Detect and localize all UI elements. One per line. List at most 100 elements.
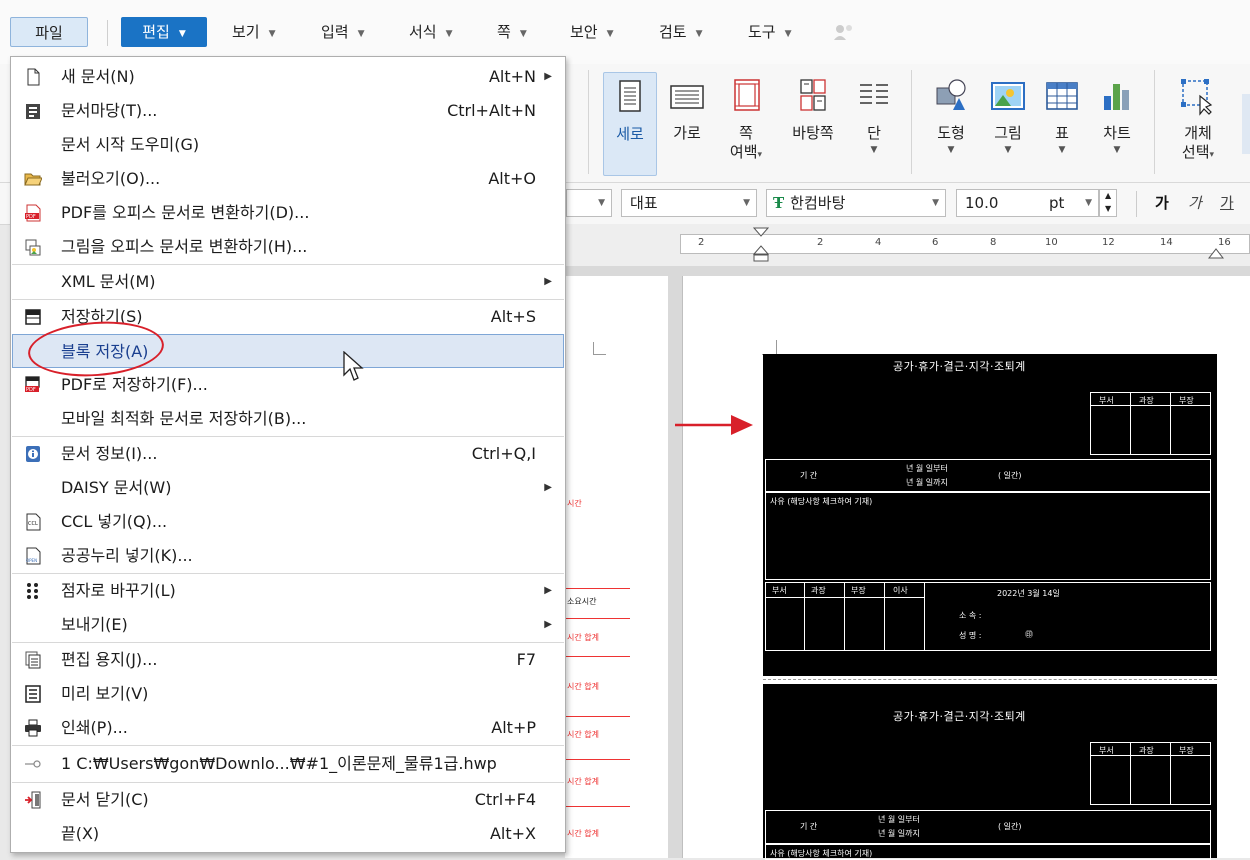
ribbon-divider [1154,70,1155,174]
chart-icon [1104,84,1129,110]
document-area[interactable]: 시간 소요시간 시간 합계 시간 합계 시간 합계 시간 합계 시간 합계 공가… [565,266,1250,860]
columns-label: 단 [867,124,881,142]
page-margin-button[interactable]: 쪽 여백▾ [718,72,774,167]
menu-item-save[interactable]: 저장하기(S) Alt+S [12,300,564,334]
tab-view[interactable]: 보기 ▼ [232,17,276,47]
table-button[interactable]: 표 ▼ [1036,72,1088,155]
menu-item-preview[interactable]: 미리 보기(V) [12,677,564,711]
menu-item-save-mobile[interactable]: 모바일 최적화 문서로 저장하기(B)... [12,402,564,436]
lower-sign-cell [804,597,845,651]
menu-item-daisy-document[interactable]: DAISY 문서(W) ▶ [12,471,564,505]
menu-item-block-save[interactable]: 블록 저장(A) [12,334,564,368]
menu-item-document-info[interactable]: 문서 정보(I)... Ctrl+Q,I [12,437,564,471]
reason-label: 사유 (해당사항 체크하여 기재) [770,849,873,858]
underline-button[interactable]: 가 [1220,192,1234,213]
menu-item-page-setup[interactable]: 편집 용지(J)... F7 [12,643,564,677]
tab-edit[interactable]: 편집 ▼ [121,17,207,47]
approval-header-cell: 부서 [1090,742,1131,756]
menu-item-insert-ccl[interactable]: CCL CCL 넣기(Q)... [12,505,564,539]
tab-file[interactable]: 파일 [10,17,88,47]
italic-button[interactable]: 가 [1188,192,1202,213]
tab-input[interactable]: 입력 ▼ [321,17,365,47]
columns-button[interactable]: 단 ▼ [849,72,899,155]
landscape-button[interactable]: 가로 [660,72,714,145]
close-document-icon [25,791,41,809]
seal-mark: ㊞ [1025,630,1033,639]
name-label: 성 명 : [959,631,982,640]
menu-item-start-helper[interactable]: 문서 시작 도우미(G) [12,128,564,162]
menu-item-recent-file[interactable]: 1 C:₩Users₩gon₩Downlo...₩#1_이론문제_물류1급.hw… [12,747,564,781]
portrait-button[interactable]: 세로 [603,72,657,176]
menu-item-open[interactable]: 불러오기(O)... Alt+O [12,162,564,196]
svg-text:PDF: PDF [26,387,36,393]
menu-item-convert-braille[interactable]: 점자로 바꾸기(L) ▶ [12,574,564,608]
tab-security[interactable]: 보안 ▼ [570,17,614,47]
shapes-label: 도형 [937,124,965,142]
indent-marker-icon[interactable] [753,226,769,266]
preview-icon [25,685,41,703]
tab-page-label: 쪽 [497,23,511,41]
menu-item-image-to-office[interactable]: 그림을 오피스 문서로 변환하기(H)... [12,230,564,264]
tab-tools[interactable]: 도구 ▼ [748,17,792,47]
menu-item-label: 새 문서(N) [61,67,135,86]
left-page-text: 시간 합계 [567,682,599,691]
approval-sign-cell [1170,405,1211,455]
menu-item-label: 끝(X) [61,824,100,843]
left-page-text: 시간 합계 [567,777,599,786]
spin-down-icon[interactable]: ▼ [1105,196,1111,222]
font-size-spinner[interactable]: ▲ ▼ [1099,189,1117,217]
table-icon [1046,82,1078,110]
menu-item-document-templates[interactable]: 문서마당(T)... Ctrl+Alt+N [12,94,564,128]
select-object-button[interactable]: 개체 선택▾ [1168,72,1228,167]
tab-edit-label: 편집 [142,23,170,41]
menu-item-new-document[interactable]: 새 문서(N) Alt+N ▶ [12,60,564,94]
svg-text:CCL: CCL [28,521,38,527]
lower-header-cell: 과장 [804,582,845,598]
style-dropdown[interactable]: 대표 ▼ [621,189,757,217]
tab-tools-label: 도구 [748,23,776,41]
menu-item-xml-document[interactable]: XML 문서(M) ▶ [12,265,564,299]
chevron-down-icon: ▼ [947,145,955,155]
menu-item-send[interactable]: 보내기(E) ▶ [12,608,564,642]
menu-item-exit[interactable]: 끝(X) Alt+X [12,817,564,851]
menu-item-insert-kogl[interactable]: OPEN 공공누리 넣기(K)... [12,539,564,573]
menu-item-shortcut: Alt+X [489,824,536,843]
shapes-button[interactable]: 도형 ▼ [925,72,977,155]
menu-item-close-document[interactable]: 문서 닫기(C) Ctrl+F4 [12,783,564,817]
menu-item-print[interactable]: 인쇄(P)... Alt+P [12,711,564,745]
approval-header-cell: 과장 [1130,742,1171,756]
tab-format[interactable]: 서식 ▼ [409,17,453,47]
picture-button[interactable]: 그림 ▼ [982,72,1034,155]
right-indent-marker-icon[interactable] [1208,246,1224,260]
background-page-button[interactable]: 바탕쪽 [783,72,843,145]
kogl-icon: OPEN [26,547,41,565]
ruler-tick: 8 [990,237,997,248]
font-dropdown[interactable]: Ŧ 한컴바탕 ▼ [766,189,946,217]
tab-page[interactable]: 쪽 ▼ [497,17,527,47]
menu-item-label: 문서 닫기(C) [61,790,149,809]
paragraph-style-dropdown-arrow[interactable]: ▼ [566,189,612,217]
chevron-down-icon: ▼ [178,29,186,39]
menu-item-label: DAISY 문서(W) [61,478,172,497]
ruler-tick: 10 [1045,237,1058,248]
period-label: 기 간 [800,471,818,480]
menu-item-pdf-to-office[interactable]: PDF PDF를 오피스 문서로 변환하기(D)... [12,196,564,230]
submenu-arrow-icon: ▶ [544,71,552,82]
landscape-page-icon [670,85,704,109]
application-date: 2022년 3월 14일 [997,589,1060,598]
bold-button[interactable]: 가 [1155,192,1169,213]
form-title: 공가·휴가·결근·지각·조퇴계 [893,360,1026,373]
period-row: 기 간 년 월 일부터 년 월 일까지 ( 일간) [765,459,1211,492]
lower-header-cell: 부서 [765,582,805,598]
svg-text:PDF: PDF [26,214,36,220]
menu-item-label: XML 문서(M) [61,272,156,291]
menu-item-save-as-pdf[interactable]: PDF PDF로 저장하기(F)... [12,368,564,402]
ccl-icon: CCL [26,513,41,531]
horizontal-ruler[interactable]: 2 2 4 6 8 10 12 14 16 [565,224,1250,267]
menu-item-label: 저장하기(S) [61,307,143,326]
select-object-icon [1181,79,1213,116]
help-icon[interactable] [832,22,854,42]
font-size-input[interactable]: 10.0 pt ▼ [956,189,1099,217]
chart-button[interactable]: 차트 ▼ [1090,72,1144,155]
tab-review[interactable]: 검토 ▼ [659,17,703,47]
